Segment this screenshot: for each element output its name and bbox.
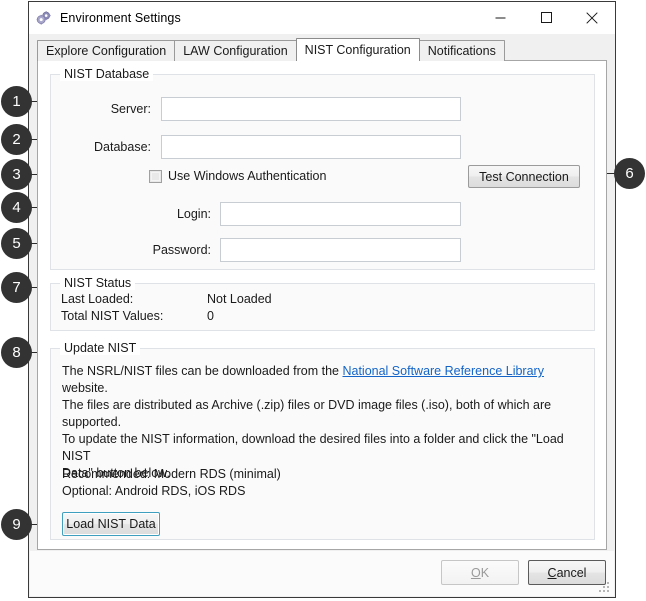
- load-nist-data-label: Load NIST Data: [66, 517, 156, 531]
- last-loaded-label: Last Loaded:: [61, 292, 134, 306]
- nist-database-legend: NIST Database: [60, 67, 154, 81]
- cancel-accel: C: [547, 565, 557, 580]
- checkbox-label: Use Windows Authentication: [168, 169, 327, 183]
- cancel-label: Cancel: [548, 566, 587, 580]
- load-nist-data-button[interactable]: Load NIST Data: [62, 512, 160, 536]
- nsrl-link[interactable]: National Software Reference Library: [342, 364, 544, 378]
- window-titlebar[interactable]: Environment Settings: [29, 2, 615, 34]
- window-controls: [477, 2, 615, 33]
- instructions-line-2: To update the NIST information, download…: [62, 432, 564, 463]
- total-nist-values-label: Total NIST Values:: [61, 309, 164, 323]
- callout-number: 1: [12, 93, 21, 110]
- callout-number: 2: [12, 131, 21, 148]
- last-loaded-value: Not Loaded: [207, 292, 272, 306]
- tab-nist-configuration[interactable]: NIST Configuration: [295, 38, 420, 61]
- dialog-footer: OK Cancel: [30, 551, 614, 596]
- ok-label: OK: [471, 566, 489, 580]
- update-nist-recommendations: Recommended: Modern RDS (minimal) Option…: [62, 466, 462, 500]
- resize-grip[interactable]: [598, 581, 611, 594]
- environment-settings-window: Environment Settings Explore Configurati…: [28, 1, 616, 598]
- tab-label: LAW Configuration: [183, 44, 288, 58]
- callout-number: 7: [12, 279, 21, 296]
- total-nist-values-value: 0: [207, 309, 214, 323]
- login-label: Login:: [176, 207, 211, 221]
- test-connection-button[interactable]: Test Connection: [468, 165, 580, 188]
- ok-rest: K: [480, 565, 490, 580]
- update-nist-group: Update NIST The NSRL/NIST files can be d…: [50, 341, 595, 540]
- callout-badge-6: 6: [614, 158, 645, 189]
- tab-label: NIST Configuration: [304, 43, 411, 57]
- minimize-icon[interactable]: [477, 2, 523, 33]
- window-title: Environment Settings: [60, 11, 181, 25]
- callout-badge-2: 2: [1, 124, 32, 155]
- nist-status-legend: NIST Status: [60, 276, 136, 290]
- callout-number: 6: [625, 165, 634, 182]
- screenshot-root: Environment Settings Explore Configurati…: [0, 0, 646, 601]
- use-windows-authentication-checkbox[interactable]: Use Windows Authentication: [149, 169, 326, 183]
- callout-number: 9: [12, 516, 21, 533]
- tabstrip: Explore Configuration LAW Configuration …: [37, 38, 505, 61]
- optional-line: Optional: Android RDS, iOS RDS: [62, 484, 246, 498]
- checkbox-box: [149, 169, 162, 183]
- nist-status-group: NIST Status Last Loaded: Not Loaded Tota…: [50, 276, 595, 331]
- tab-label: Notifications: [427, 44, 496, 58]
- tab-law-configuration[interactable]: LAW Configuration: [174, 40, 297, 61]
- cancel-rest: ancel: [556, 565, 587, 580]
- ok-accel: O: [470, 565, 481, 580]
- callout-badge-9: 9: [1, 509, 32, 540]
- server-field[interactable]: [161, 97, 461, 121]
- callout-badge-4: 4: [1, 192, 32, 223]
- password-label: Password:: [152, 243, 211, 257]
- callout-badge-3: 3: [1, 159, 32, 190]
- nist-configuration-panel: NIST Database Server: Database: Use Wind…: [37, 60, 607, 550]
- test-connection-label: Test Connection: [479, 169, 569, 184]
- callout-number: 8: [12, 344, 21, 361]
- close-icon[interactable]: [569, 2, 615, 33]
- cancel-button[interactable]: Cancel: [528, 560, 606, 585]
- callout-number: 3: [12, 166, 21, 183]
- callout-badge-5: 5: [1, 228, 32, 259]
- password-field[interactable]: [220, 238, 461, 262]
- tab-label: Explore Configuration: [46, 44, 167, 58]
- callout-number: 4: [12, 199, 21, 216]
- login-field[interactable]: [220, 202, 461, 226]
- gears-icon: [36, 10, 52, 26]
- maximize-icon[interactable]: [523, 2, 569, 33]
- tab-explore-configuration[interactable]: Explore Configuration: [37, 40, 176, 61]
- database-field[interactable]: [161, 135, 461, 159]
- callout-badge-7: 7: [1, 272, 32, 303]
- nist-database-group: NIST Database Server: Database: Use Wind…: [50, 67, 595, 270]
- update-nist-intro: The NSRL/NIST files can be downloaded fr…: [62, 363, 587, 397]
- callout-badge-1: 1: [1, 86, 32, 117]
- ok-button[interactable]: OK: [441, 560, 519, 585]
- server-label: Server:: [110, 102, 151, 116]
- callout-number: 5: [12, 235, 21, 252]
- database-label: Database:: [94, 140, 151, 154]
- intro-post: website.: [62, 381, 108, 395]
- instructions-line-1: The files are distributed as Archive (.z…: [62, 398, 552, 429]
- intro-pre: The NSRL/NIST files can be downloaded fr…: [62, 364, 343, 378]
- tab-notifications[interactable]: Notifications: [418, 40, 505, 61]
- recommended-line: Recommended: Modern RDS (minimal): [62, 467, 281, 481]
- update-nist-legend: Update NIST: [60, 341, 141, 355]
- callout-badge-8: 8: [1, 337, 32, 368]
